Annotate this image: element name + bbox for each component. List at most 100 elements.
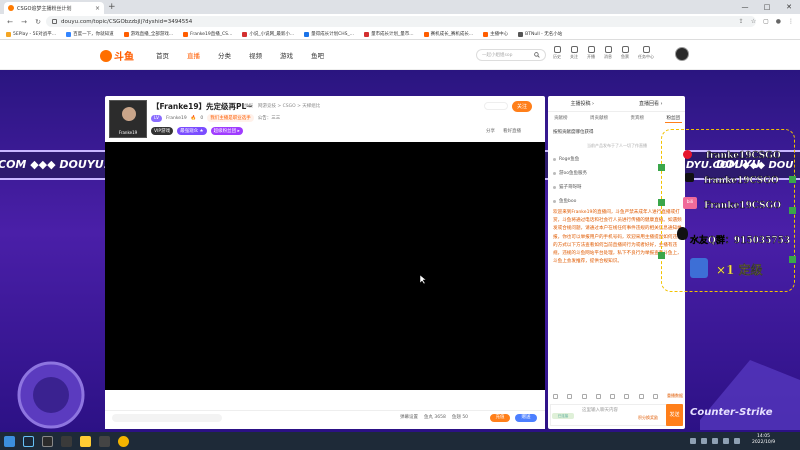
folder-icon[interactable] [80, 435, 91, 447]
emoji-icon[interactable] [553, 393, 558, 399]
nav-item[interactable]: 首页 [156, 50, 169, 60]
top-fan-badge[interactable]: 最强观众 ★ [177, 127, 207, 135]
video-player[interactable] [105, 142, 545, 390]
forward-icon[interactable]: → [20, 18, 28, 26]
nav-item[interactable]: 分类 [218, 50, 231, 60]
category-breadcrumb[interactable]: 网游竞技 > CSGO > 天梯组比 [258, 103, 320, 109]
shield-icon[interactable] [610, 393, 615, 399]
back-icon[interactable]: ← [6, 18, 14, 26]
chat-tab[interactable]: 粉丝团 [664, 114, 682, 123]
danmaku-settings[interactable]: 弹幕设置 [400, 414, 418, 420]
bookmark-item[interactable]: 5EPlay - 5E对战平... [6, 31, 56, 37]
bookmark-label: 量市成长计划_量市... [371, 32, 414, 37]
nav-item[interactable]: 鱼吧 [311, 50, 324, 60]
chrome-icon[interactable] [118, 435, 129, 447]
gift-button[interactable]: 赠送 [515, 414, 537, 422]
windows-start-icon[interactable] [4, 435, 15, 447]
fan-badge-icon[interactable] [581, 393, 587, 399]
chat-tab[interactable]: 贵宾榜 [629, 114, 647, 123]
recharge-button[interactable]: 充值 [490, 414, 510, 422]
profile-icon[interactable]: ● [776, 18, 781, 25]
bookmark-item[interactable]: BTNull - 无名小站 [518, 31, 562, 37]
tray-up-icon[interactable] [701, 438, 707, 444]
app-icon[interactable] [42, 435, 53, 447]
vip-badge[interactable]: VIP游戏 [151, 127, 174, 135]
bookmark-item[interactable]: 主播中心 [483, 31, 508, 37]
chat-hint[interactable]: 积分换奖励 [638, 415, 658, 421]
handle-icon[interactable] [658, 164, 665, 171]
image-icon[interactable] [595, 393, 601, 399]
bookmark-item[interactable]: 小说_小说网_最新小... [242, 31, 294, 37]
reload-icon[interactable]: ↻ [34, 18, 42, 26]
new-tab-button[interactable]: + [108, 2, 116, 12]
fan-club-badge[interactable]: 超级粉丝团 ▸ [210, 127, 243, 135]
close-window-button[interactable]: ✕ [778, 0, 800, 14]
danmaku-input[interactable] [112, 414, 222, 422]
handle-icon[interactable] [658, 252, 665, 259]
search-icon[interactable] [534, 52, 540, 58]
header-icon-button[interactable]: 鱼票 [621, 46, 629, 60]
steam-icon[interactable] [23, 435, 34, 447]
douyu-logo[interactable]: 斗鱼 [100, 48, 134, 63]
network-icon[interactable] [712, 438, 718, 444]
header-icon-button[interactable]: 关注 [570, 46, 578, 60]
anchor-video-link[interactable]: 主播投稿 › [570, 100, 594, 107]
follow-button[interactable]: 关注 [512, 101, 533, 112]
header-icon-button[interactable]: 消息 [604, 46, 612, 60]
chat-tab[interactable]: 周贡献榜 [588, 114, 610, 123]
header-icon-button[interactable]: 历史 [553, 46, 561, 60]
bookmark-favicon-icon [483, 31, 489, 37]
volume-icon[interactable] [723, 438, 729, 444]
watch-later-button[interactable]: 看好直播 [503, 128, 521, 134]
nav-item[interactable]: 视频 [249, 50, 262, 60]
bookmark-item[interactable]: 游戏直播_全部游戏... [123, 31, 173, 37]
app3-icon[interactable] [99, 435, 110, 447]
header-icon-button[interactable]: 开播 [587, 46, 595, 60]
settings-icon[interactable] [638, 393, 644, 399]
bookmark-item[interactable]: 量市成长计划_量市... [364, 31, 414, 37]
browser-tab[interactable]: CSGO追梦主播粉丝计划 × [4, 2, 104, 14]
handle-icon[interactable] [789, 176, 796, 183]
rank-list-item[interactable]: 猫子哥呀呀 [553, 184, 582, 190]
site-search-input[interactable]: 一起小姐姐sop [476, 49, 546, 61]
minimize-button[interactable]: — [734, 0, 756, 14]
tray-user-icon[interactable] [690, 438, 696, 444]
system-clock[interactable]: 14:05 2022/10/9 [752, 434, 775, 446]
send-button[interactable]: 发送 [666, 404, 683, 426]
bookmark-item[interactable]: 量得成长计划CHS_... [304, 31, 354, 37]
gift-box-icon[interactable] [567, 393, 573, 399]
handle-icon[interactable] [658, 199, 665, 206]
nav-item[interactable]: 直播 [187, 50, 200, 60]
app2-icon[interactable] [61, 435, 72, 447]
address-bar[interactable]: douyu.com/topic/CSGObzzbjlj?dyshid=34945… [46, 16, 756, 27]
bookmark-label: BTNull - 无名小站 [525, 32, 563, 37]
input-method-icon[interactable] [734, 438, 740, 444]
overlay-qq-group: 水友Q群：915035753 [690, 236, 791, 246]
rank-list-item[interactable]: 游oo鱼鱼服务 [553, 170, 587, 176]
handle-icon[interactable] [789, 256, 796, 263]
header-icon-button[interactable]: 任务中心 [638, 46, 654, 60]
color-icon[interactable] [624, 393, 630, 399]
share-page-icon[interactable]: ⇪ [739, 18, 744, 25]
report-link[interactable]: 举报 [244, 103, 253, 109]
tab-close-icon[interactable]: × [95, 5, 100, 12]
share-button[interactable]: 分享 [486, 128, 495, 134]
extensions-icon[interactable]: ▢ [763, 18, 769, 25]
rank-list-item[interactable]: Roge鱼鱼 [553, 156, 579, 162]
user-avatar[interactable] [675, 47, 689, 61]
rank-list-item[interactable]: 鱼鱼boo [553, 198, 576, 204]
nav-item[interactable]: 游戏 [280, 50, 293, 60]
browser-menu-icon[interactable]: ⋮ [788, 18, 794, 25]
bookmark-item[interactable]: 赛机成长_赛机成长... [423, 31, 473, 37]
handle-icon[interactable] [789, 207, 796, 214]
chat-tab[interactable]: 贡献榜 [552, 114, 570, 123]
maximize-button[interactable]: □ [756, 0, 778, 14]
screen-icon[interactable] [652, 393, 658, 399]
bookmark-star-icon[interactable]: ☆ [751, 18, 756, 25]
bookmark-item[interactable]: 百度一下，你就知道 [66, 31, 114, 37]
anchor-name[interactable]: Franke19 [166, 116, 187, 121]
anchor-avatar[interactable]: Franke19 [109, 100, 147, 138]
replay-link[interactable]: 直播回看 › [639, 100, 663, 107]
replay-data-toggle[interactable]: 重播数据 [667, 393, 683, 399]
bookmark-item[interactable]: Franke19直播_CS... [183, 31, 232, 37]
